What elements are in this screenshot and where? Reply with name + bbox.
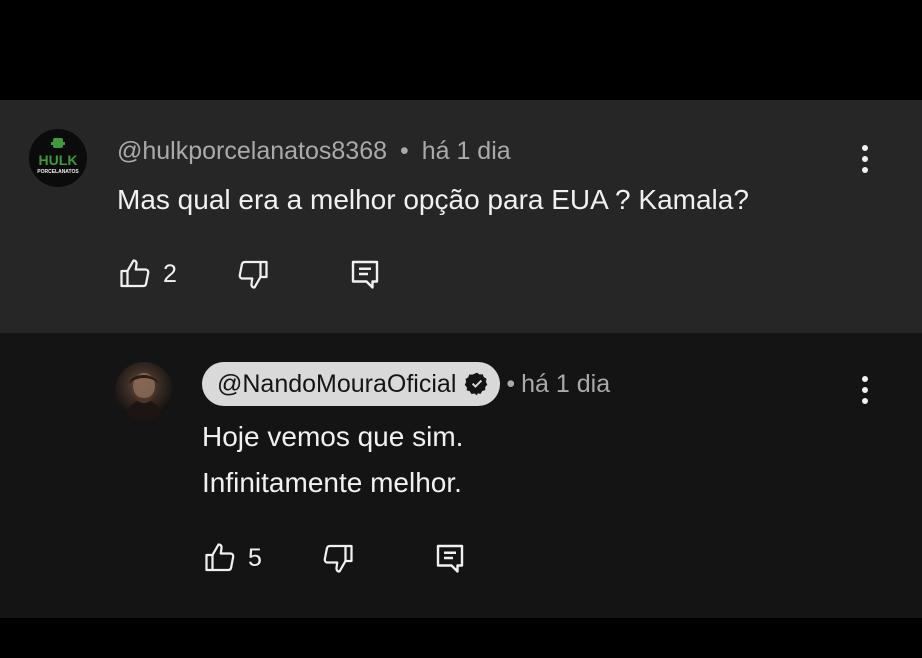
like-button[interactable]: 2 xyxy=(117,256,177,292)
comment-2: @NandoMouraOficial • há 1 dia Hoje vemos… xyxy=(0,333,922,618)
like-count: 5 xyxy=(248,543,262,572)
comment-line: Mas qual era a melhor opção para EUA ? K… xyxy=(117,184,749,215)
comment-time: há 1 dia xyxy=(421,137,511,165)
bottom-letterbox xyxy=(0,618,922,658)
reply-button[interactable] xyxy=(347,256,383,292)
reply-icon xyxy=(351,260,379,289)
like-count: 2 xyxy=(163,259,177,288)
hulk-logo-word: HULK xyxy=(39,152,78,168)
meta-separator: • xyxy=(506,369,516,398)
avatar-nando[interactable] xyxy=(115,362,173,420)
comment-1: HULK PORCELANATOS @hulkporcelanatos8368 … xyxy=(0,100,922,333)
author-handle-chip[interactable]: @NandoMouraOficial xyxy=(202,362,501,406)
comment-text: Mas qual era a melhor opção para EUA ? K… xyxy=(117,177,749,223)
meta-separator: • xyxy=(399,137,409,165)
dislike-button[interactable] xyxy=(320,540,356,576)
avatar-photo-icon xyxy=(125,373,163,420)
comment-meta: @NandoMouraOficial • há 1 dia xyxy=(202,362,610,406)
like-icon xyxy=(120,259,150,288)
hulk-logo-icon: HULK PORCELANATOS xyxy=(29,129,87,187)
reply-icon xyxy=(436,544,464,573)
comment-actions: 2 xyxy=(117,256,383,292)
dislike-icon xyxy=(323,544,353,573)
comment-line: Infinitamente melhor. xyxy=(202,467,462,498)
more-vertical-icon xyxy=(855,145,875,173)
hulk-logo-subword: PORCELANATOS xyxy=(37,169,79,175)
like-button[interactable]: 5 xyxy=(202,540,262,576)
comment-line: Hoje vemos que sim. xyxy=(202,421,464,452)
more-options-button[interactable] xyxy=(855,373,875,407)
author-handle: @NandoMouraOficial xyxy=(217,369,457,398)
like-icon xyxy=(205,543,235,572)
comment-meta: @hulkporcelanatos8368 • há 1 dia xyxy=(117,137,511,166)
comment-text: Hoje vemos que sim. Infinitamente melhor… xyxy=(202,414,463,506)
verified-badge-icon xyxy=(465,372,488,396)
dislike-icon xyxy=(238,260,268,289)
comment-time: há 1 dia xyxy=(521,369,611,398)
more-options-button[interactable] xyxy=(855,142,875,176)
more-vertical-icon xyxy=(855,376,875,404)
reply-button[interactable] xyxy=(432,540,468,576)
dislike-button[interactable] xyxy=(235,256,271,292)
author-handle[interactable]: @hulkporcelanatos8368 xyxy=(117,137,387,165)
comment-actions: 5 xyxy=(202,540,468,576)
avatar-hulk[interactable]: HULK PORCELANATOS xyxy=(29,129,87,187)
